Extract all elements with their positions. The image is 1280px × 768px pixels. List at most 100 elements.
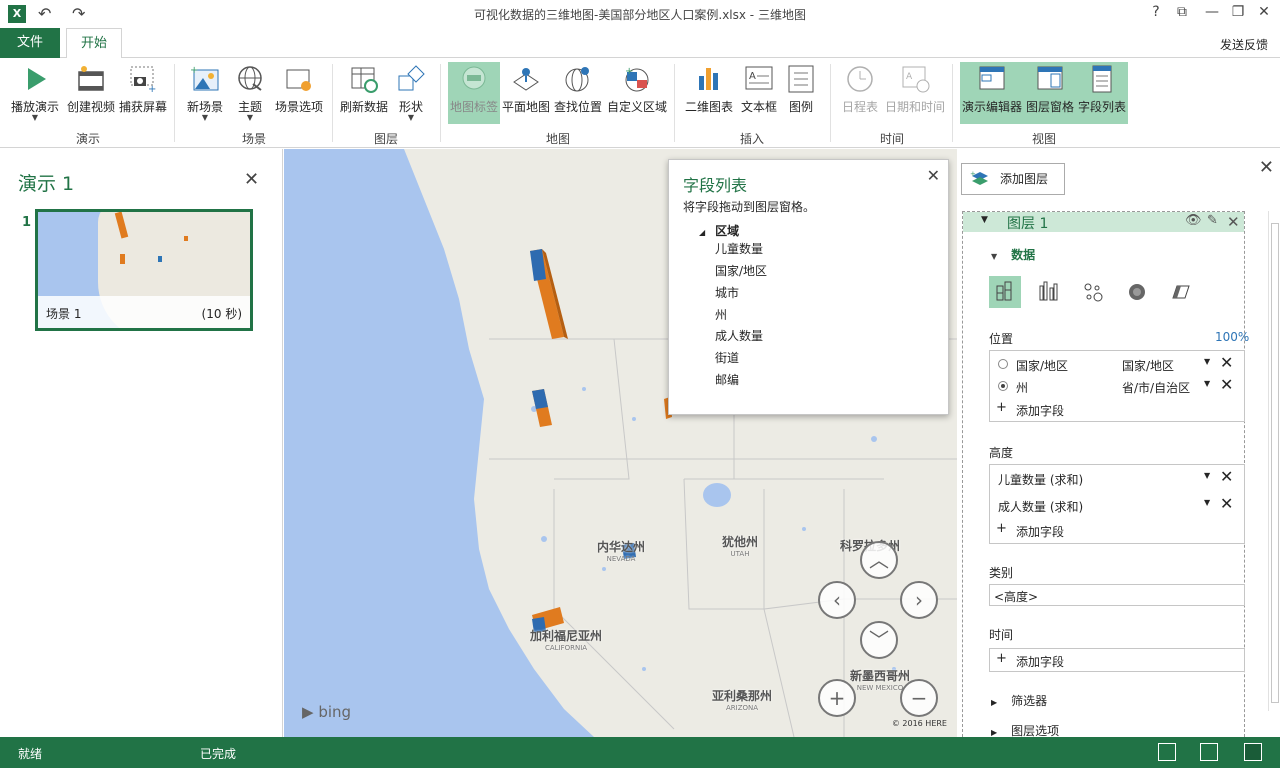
maximize-button[interactable]: ❐	[1228, 4, 1248, 20]
flat-map-button[interactable]: 平面地图	[502, 62, 550, 124]
layer-pane-scrollbar[interactable]	[1268, 211, 1280, 711]
field-item[interactable]: 邮编	[715, 371, 739, 388]
custom-regions-button[interactable]: + 自定义区域	[606, 62, 668, 124]
map-labels-label: 地图标签	[449, 100, 498, 114]
scene-thumbnail[interactable]: 场景 1 (10 秒)	[35, 209, 253, 331]
minimize-button[interactable]: —	[1202, 4, 1222, 20]
feedback-link[interactable]: 发送反馈	[1220, 36, 1268, 53]
pan-right-button[interactable]: ›	[900, 581, 938, 619]
add-layer-button[interactable]: + 添加图层	[961, 163, 1065, 195]
focus-icon[interactable]	[1244, 743, 1262, 761]
chevron-down-icon[interactable]: ▼	[1204, 471, 1210, 480]
remove-field-icon[interactable]: ✕	[1220, 375, 1233, 394]
chevron-up-icon: ︿	[869, 548, 889, 572]
heat-map-icon[interactable]	[1121, 276, 1153, 308]
chevron-right-icon: ›	[915, 588, 923, 612]
ribbon-separator	[830, 64, 831, 142]
height-row[interactable]: 儿童数量 (求和) ▼ ✕	[990, 467, 1244, 489]
height-row[interactable]: 成人数量 (求和) ▼ ✕	[990, 494, 1244, 516]
add-height-field[interactable]: + 添加字段	[990, 519, 1244, 541]
location-confidence[interactable]: 100%	[1215, 330, 1249, 344]
field-item[interactable]: 州	[715, 306, 727, 323]
scrollbar-thumb[interactable]	[1271, 223, 1279, 703]
region-icon[interactable]	[1165, 276, 1197, 308]
timeline-button[interactable]: 日程表	[838, 62, 882, 124]
add-time-field[interactable]: + 添加字段	[990, 649, 1244, 671]
restore-ribbon-button[interactable]: ⧉	[1172, 4, 1192, 20]
data-section-toggle[interactable]: ▼ 数据	[991, 246, 1035, 263]
date-time-button[interactable]: A 日期和时间	[884, 62, 946, 124]
close-window-button[interactable]: ✕	[1254, 4, 1274, 20]
text-box-button[interactable]: A 文本框	[738, 62, 780, 124]
triangle-down-icon: ▼	[991, 252, 998, 261]
flat-map-label: 平面地图	[502, 100, 551, 114]
field-item[interactable]: 成人数量	[715, 327, 763, 344]
play-tour-label: 播放演示	[10, 100, 59, 114]
location-row[interactable]: 国家/地区 国家/地区 ▼ ✕	[990, 353, 1244, 375]
create-video-button[interactable]: 创建视频	[64, 62, 118, 124]
ribbon-tabs: 文件 开始 发送反馈	[0, 28, 1280, 59]
create-video-label: 创建视频	[66, 100, 115, 114]
map-labels-button[interactable]: 地图标签	[448, 62, 500, 124]
ribbon-separator	[674, 64, 675, 142]
field-item[interactable]: 儿童数量	[715, 240, 763, 257]
zoom-out-button[interactable]: −	[900, 679, 938, 717]
new-scene-button[interactable]: + 新场景 ▼	[182, 62, 228, 124]
pan-up-button[interactable]: ︿	[860, 541, 898, 579]
field-item[interactable]: 街道	[715, 349, 739, 366]
chevron-down-icon[interactable]: ▼	[1204, 498, 1210, 507]
find-location-button[interactable]: 查找位置	[552, 62, 604, 124]
tab-home[interactable]: 开始	[66, 28, 122, 59]
tab-file[interactable]: 文件	[0, 28, 60, 58]
close-tour-pane-button[interactable]: ✕	[244, 169, 259, 190]
location-row[interactable]: 州 省/市/自治区 ▼ ✕	[990, 375, 1244, 397]
remove-field-icon[interactable]: ✕	[1220, 494, 1233, 513]
group-layer-label: 图层	[373, 132, 398, 146]
radio-button[interactable]	[998, 359, 1008, 369]
scene-options-button[interactable]: 场景选项	[272, 62, 326, 124]
screenshot-icon[interactable]	[1158, 743, 1176, 761]
add-location-field[interactable]: + 添加字段	[990, 398, 1244, 420]
eye-icon[interactable]: 👁	[1185, 213, 1202, 228]
field-item[interactable]: 国家/地区	[715, 262, 767, 279]
clustered-column-icon[interactable]	[1033, 276, 1065, 308]
svg-text:+: +	[148, 84, 156, 94]
chart-2d-label: 二维图表	[684, 100, 733, 114]
theme-button[interactable]: 主题 ▼	[230, 62, 270, 124]
pan-down-button[interactable]: ﹀	[860, 621, 898, 659]
close-field-list-button[interactable]: ✕	[927, 166, 940, 185]
tour-editor-button[interactable]: 演示编辑器	[960, 62, 1024, 124]
shapes-button[interactable]: 形状 ▼	[392, 62, 430, 124]
chevron-down-icon: ▼	[31, 113, 39, 122]
remove-field-icon[interactable]: ✕	[1220, 467, 1233, 486]
close-layer-pane-button[interactable]: ✕	[1259, 157, 1274, 178]
chevron-down-icon[interactable]: ▼	[1204, 357, 1210, 366]
remove-field-icon[interactable]: ✕	[1220, 353, 1233, 372]
play-tour-button[interactable]: 播放演示 ▼	[8, 62, 62, 124]
legend-button[interactable]: 图例	[784, 62, 818, 124]
ribbon-separator	[174, 64, 175, 142]
category-field[interactable]: <高度>	[989, 584, 1245, 606]
filters-toggle[interactable]: ▶ 筛选器	[991, 692, 1047, 709]
pencil-icon[interactable]: ✎	[1207, 213, 1218, 228]
layer-pane-button[interactable]: 图层窗格	[1024, 62, 1076, 124]
stacked-column-icon[interactable]	[989, 276, 1021, 308]
pan-left-button[interactable]: ‹	[818, 581, 856, 619]
zoom-in-button[interactable]: +	[818, 679, 856, 717]
delete-layer-icon[interactable]: ✕	[1227, 213, 1240, 231]
field-list-button[interactable]: 字段列表	[1076, 62, 1128, 124]
radio-button-selected[interactable]	[998, 381, 1008, 391]
bubble-icon[interactable]	[1077, 276, 1109, 308]
fullscreen-icon[interactable]	[1200, 743, 1218, 761]
chart-2d-button[interactable]: 二维图表	[682, 62, 736, 124]
tour-editor-icon	[979, 66, 1005, 90]
status-bar: 就绪 已完成	[0, 737, 1280, 768]
field-item[interactable]: 城市	[715, 284, 739, 301]
chevron-down-icon[interactable]: ▼	[1204, 379, 1210, 388]
layer-header[interactable]: ▼ 图层 1 👁 ✎ ✕	[963, 212, 1244, 232]
help-button[interactable]: ?	[1146, 4, 1166, 20]
field-group-region[interactable]: ◢ 区域	[699, 222, 739, 239]
play-icon	[28, 68, 46, 90]
capture-screen-button[interactable]: + 捕获屏幕	[118, 62, 168, 124]
refresh-data-button[interactable]: 刷新数据	[338, 62, 390, 124]
